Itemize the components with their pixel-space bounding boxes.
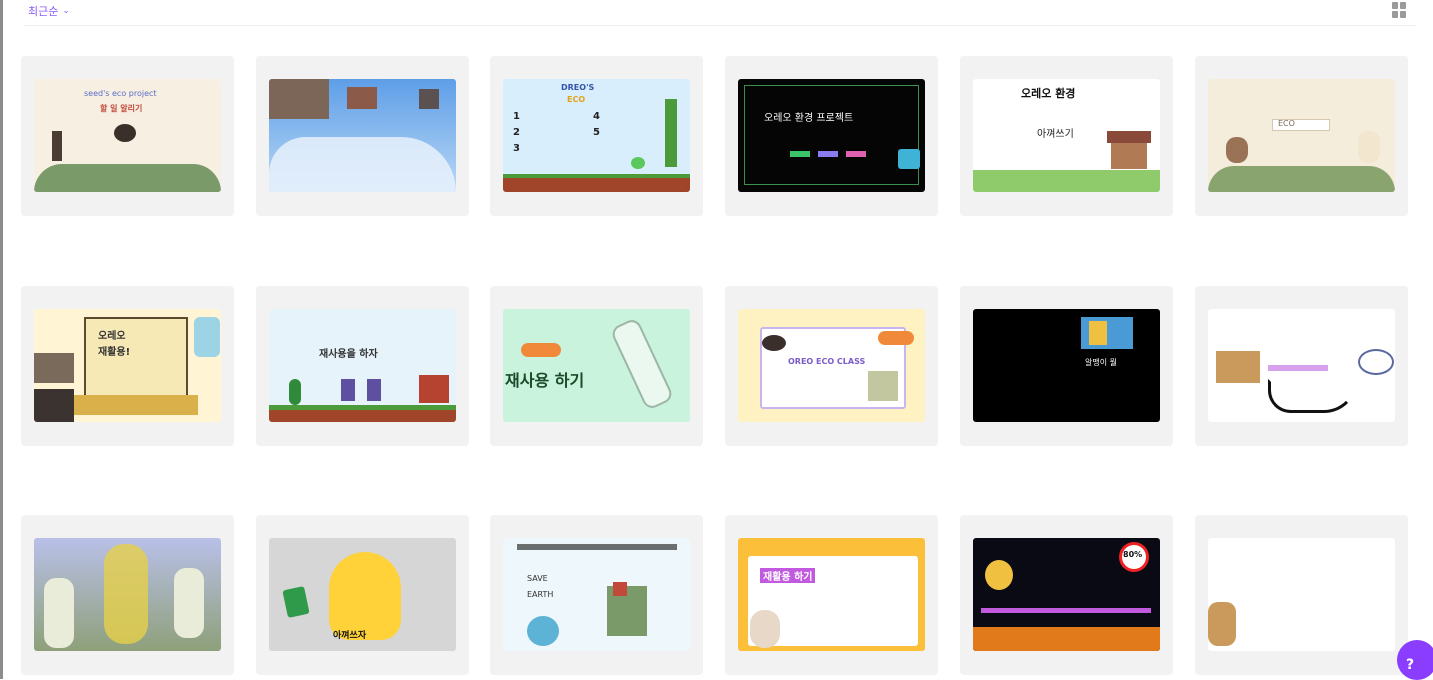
design-card[interactable]: 오레오 재활용! [21,286,234,446]
design-card[interactable]: DREO'S ECO 1 2 3 4 5 [490,56,703,216]
design-card[interactable] [21,515,234,675]
sort-dropdown[interactable]: 최근순 ⌄ [28,3,70,19]
help-button[interactable]: ? [1397,640,1433,680]
left-divider [0,0,3,679]
design-card[interactable]: 오레오 환경 아껴쓰기 [960,56,1173,216]
design-thumbnail: 재사용을 하자 [269,309,456,422]
grid-view-icon[interactable] [1392,2,1408,18]
design-thumbnail: seed's eco project 할 일 알리기 [34,79,221,192]
design-card[interactable] [1195,286,1408,446]
design-thumbnail: 재활용 하기 [738,538,925,651]
design-thumbnail [1208,538,1395,651]
design-card[interactable]: SAVE EARTH [490,515,703,675]
design-card[interactable]: 재활용 하기 [725,515,938,675]
design-thumbnail: 오레오 환경 프로젝트 [738,79,925,192]
design-card[interactable] [256,56,469,216]
design-card[interactable]: 80% [960,515,1173,675]
design-card[interactable]: OREO ECO CLASS [725,286,938,446]
design-thumbnail [34,538,221,651]
design-thumbnail [269,79,456,192]
design-card[interactable] [1195,515,1408,675]
design-card[interactable]: 알맹이 뭘 [960,286,1173,446]
design-card[interactable]: 아껴쓰자 [256,515,469,675]
design-thumbnail: 재사용 하기 [503,309,690,422]
design-thumbnail: DREO'S ECO 1 2 3 4 5 [503,79,690,192]
design-thumbnail: 80% [973,538,1160,651]
design-thumbnail: SAVE EARTH [503,538,690,651]
design-thumbnail: 알맹이 뭘 [973,309,1160,422]
toolbar: 최근순 ⌄ [24,0,1416,26]
design-thumbnail: 오레오 환경 아껴쓰기 [973,79,1160,192]
chevron-down-icon: ⌄ [62,6,70,16]
design-card[interactable]: 재사용을 하자 [256,286,469,446]
design-thumbnail: 오레오 재활용! [34,309,221,422]
design-card[interactable]: 재사용 하기 [490,286,703,446]
sort-label: 최근순 [28,5,59,18]
design-thumbnail: ECO [1208,79,1395,192]
design-card[interactable]: ECO [1195,56,1408,216]
design-thumbnail: OREO ECO CLASS [738,309,925,422]
design-card[interactable]: seed's eco project 할 일 알리기 [21,56,234,216]
design-thumbnail [1208,309,1395,422]
design-card[interactable]: 오레오 환경 프로젝트 [725,56,938,216]
design-thumbnail: 아껴쓰자 [269,538,456,651]
